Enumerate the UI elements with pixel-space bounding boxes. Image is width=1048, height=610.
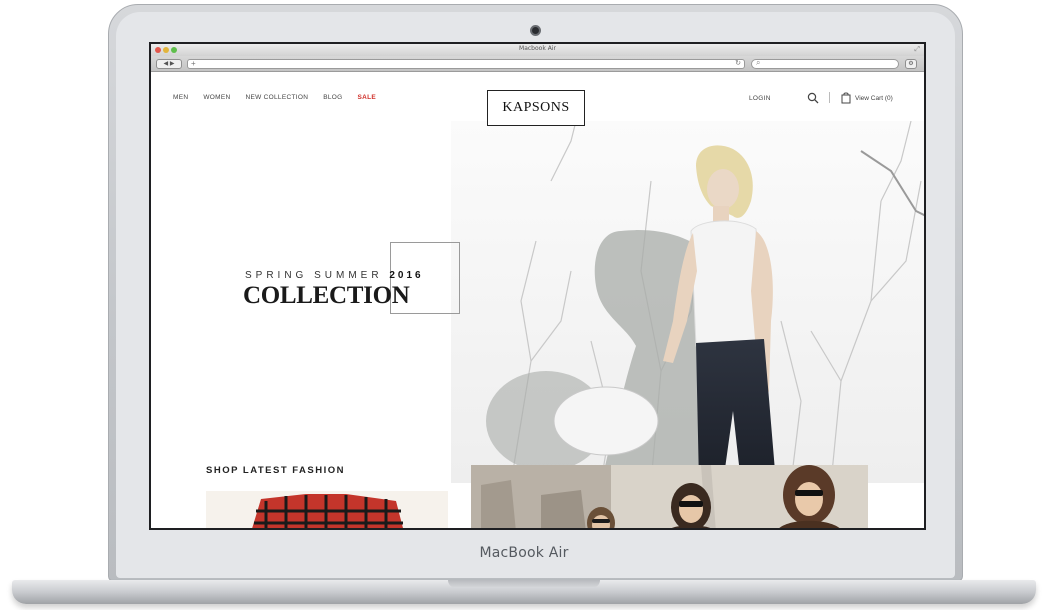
browser-toolbar: ◀ ▶ + ↻ ⌕ ⚙ xyxy=(151,56,924,72)
hero-season: SPRING SUMMER xyxy=(245,270,383,281)
view-cart-link[interactable]: View Cart (0) xyxy=(855,95,893,102)
camera-icon xyxy=(530,25,541,36)
nav-item-men[interactable]: MEN xyxy=(173,94,188,101)
hero-year: 2016 xyxy=(389,270,424,281)
promo-banner-image[interactable] xyxy=(471,465,868,530)
search-icon[interactable] xyxy=(807,92,819,104)
laptop-notch xyxy=(448,580,600,588)
header-divider xyxy=(829,92,830,103)
back-forward-buttons[interactable]: ◀ ▶ xyxy=(156,59,182,69)
nav-item-sale[interactable]: SALE xyxy=(357,94,376,101)
fullscreen-icon[interactable]: ⤢ xyxy=(914,46,920,54)
device-brand-label: MacBook Air xyxy=(479,545,569,561)
section-title: SHOP LATEST FASHION xyxy=(206,465,345,476)
hero-subtitle: SPRING SUMMER 2016 xyxy=(245,270,424,281)
main-navigation: MEN WOMEN NEW COLLECTION BLOG SALE xyxy=(173,94,376,101)
window-title: Macbook Air xyxy=(519,45,556,52)
product-thumbnail[interactable] xyxy=(206,491,448,530)
browser-search-field[interactable]: ⌕ xyxy=(751,58,899,69)
shopping-bag-icon[interactable] xyxy=(841,92,851,104)
brand-logo[interactable]: KAPSONS xyxy=(487,90,585,126)
browser-settings-button[interactable]: ⚙ xyxy=(905,59,917,69)
search-icon: ⌕ xyxy=(756,58,761,67)
nav-item-new-collection[interactable]: NEW COLLECTION xyxy=(246,94,309,101)
add-bookmark-icon[interactable]: + xyxy=(191,59,196,68)
login-link[interactable]: LOGIN xyxy=(749,95,771,102)
reload-icon[interactable]: ↻ xyxy=(735,59,741,67)
nav-item-blog[interactable]: BLOG xyxy=(323,94,342,101)
laptop-screen: Macbook Air ⤢ ◀ ▶ + ↻ ⌕ ⚙ MEN WOMEN NEW … xyxy=(149,42,926,530)
hero-image xyxy=(451,121,924,483)
hero-title[interactable]: COLLECTION xyxy=(243,282,410,310)
browser-titlebar: Macbook Air ⤢ xyxy=(151,44,924,56)
address-bar[interactable]: + ↻ xyxy=(187,59,745,69)
web-page: MEN WOMEN NEW COLLECTION BLOG SALE SPRIN… xyxy=(151,73,924,530)
nav-item-women[interactable]: WOMEN xyxy=(203,94,230,101)
